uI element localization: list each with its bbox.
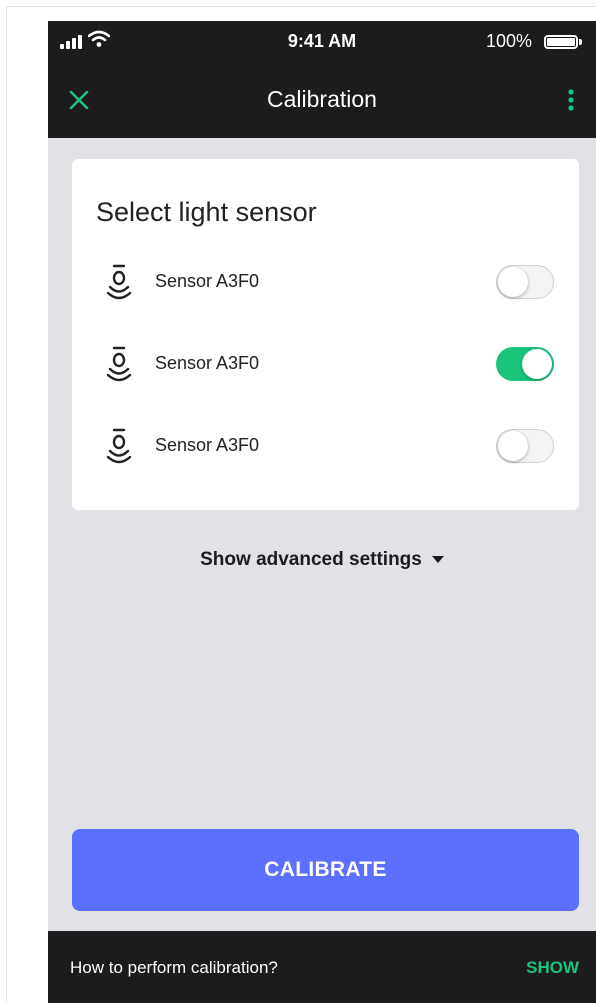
battery-icon: [544, 35, 578, 49]
light-sensor-icon: [106, 428, 132, 464]
sensor-label: Sensor A3F0: [155, 435, 260, 455]
more-vertical-icon: [568, 89, 574, 111]
page-title: Calibration: [267, 86, 377, 112]
toggle-knob: [522, 349, 552, 379]
battery-tip: [579, 39, 582, 45]
sensor-card: Select light sensor Sensor A3F0 Sensor A…: [72, 159, 579, 510]
snackbar: How to perform calibration? SHOW: [48, 931, 596, 1003]
frame-border-left: [6, 6, 7, 1003]
toggle-knob: [498, 431, 528, 461]
advanced-settings-label: Show advanced settings: [200, 549, 422, 570]
light-sensor-icon: [106, 346, 132, 382]
snackbar-show-button[interactable]: SHOW: [526, 958, 579, 978]
more-options-button[interactable]: [556, 85, 586, 115]
sensor-label: Sensor A3F0: [155, 271, 260, 291]
calibrate-button[interactable]: CALIBRATE: [72, 829, 579, 911]
snackbar-message: How to perform calibration?: [70, 958, 278, 977]
app-bar: Calibration: [48, 63, 596, 138]
card-title: Select light sensor: [96, 197, 317, 227]
sensor-toggle-2[interactable]: [496, 347, 554, 381]
sensor-label: Sensor A3F0: [155, 353, 260, 373]
sensor-toggle-3[interactable]: [496, 429, 554, 463]
light-sensor-icon: [106, 264, 132, 300]
show-advanced-settings-button[interactable]: Show advanced settings: [48, 549, 596, 571]
sensor-row-3[interactable]: Sensor A3F0: [72, 416, 579, 476]
frame-border-top: [6, 6, 596, 7]
status-bar: 9:41 AM 100%: [48, 21, 596, 63]
sensor-row-2[interactable]: Sensor A3F0: [72, 334, 579, 394]
caret-down-icon: [431, 556, 444, 564]
phone-screen: 9:41 AM 100% Calibration Select light se…: [48, 21, 596, 1003]
sensor-row-1[interactable]: Sensor A3F0: [72, 252, 579, 312]
toggle-knob: [498, 267, 528, 297]
battery-percent: 100%: [485, 31, 532, 51]
sensor-toggle-1[interactable]: [496, 265, 554, 299]
